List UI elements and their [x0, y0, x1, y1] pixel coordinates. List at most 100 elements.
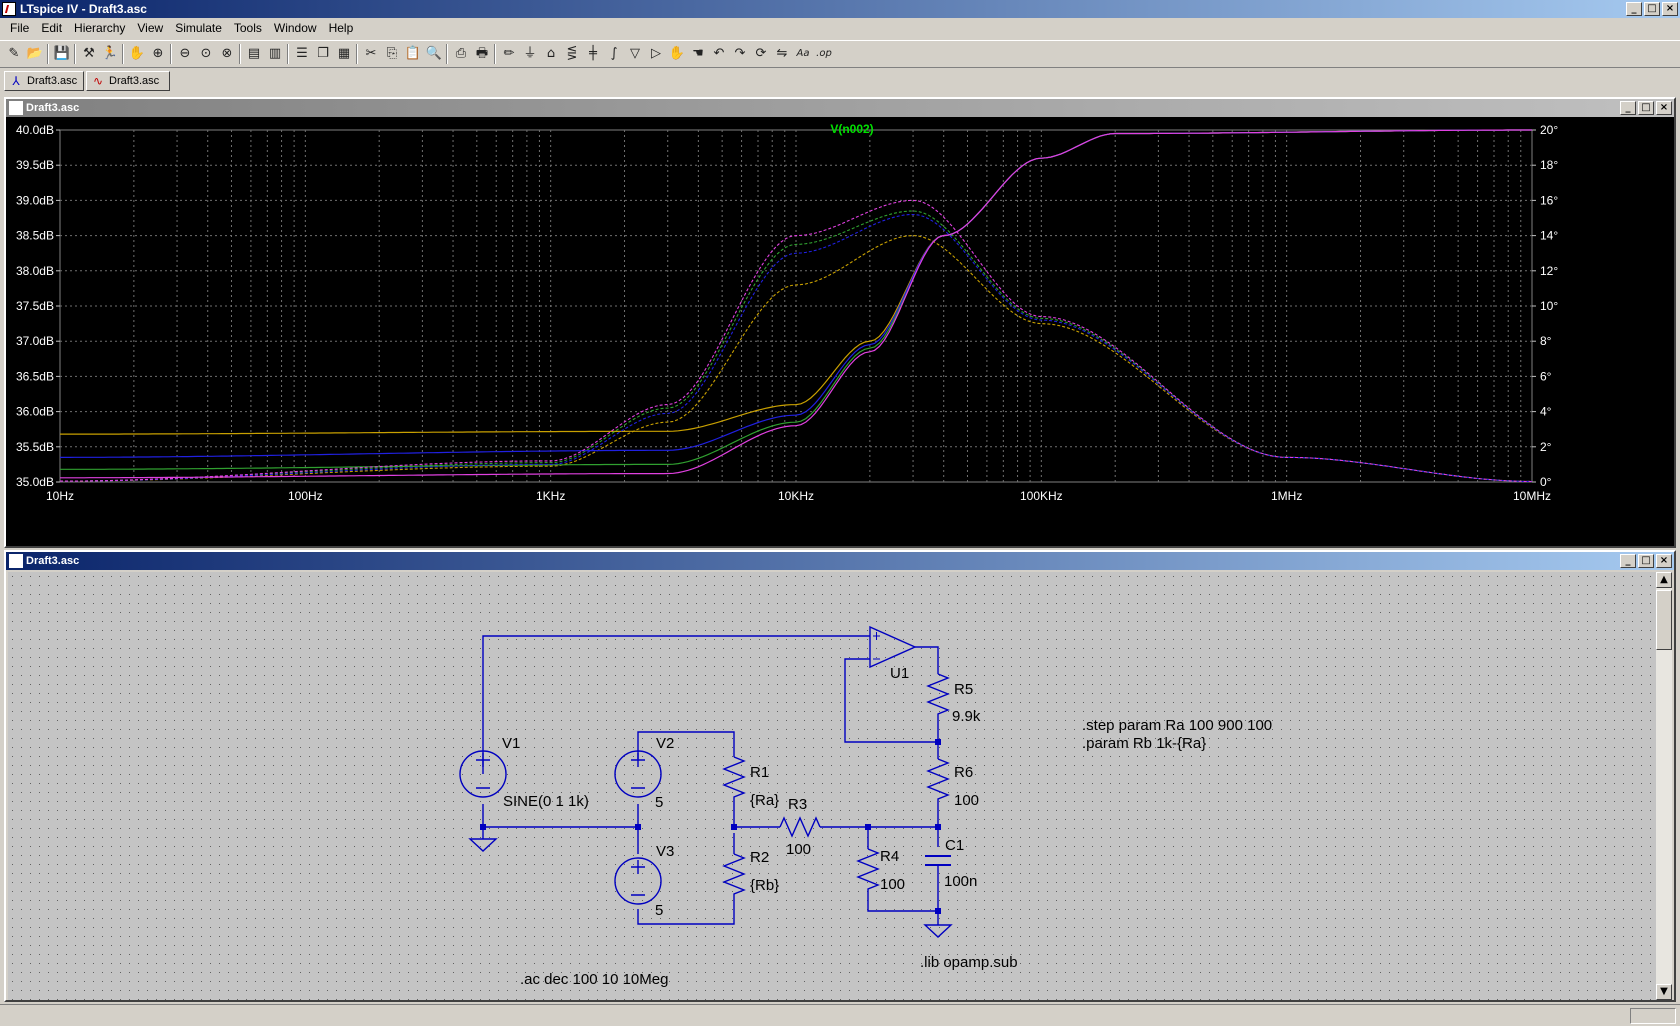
- waveform-icon: ∿: [92, 74, 104, 88]
- zoom-in-icon[interactable]: ⊕: [148, 44, 168, 64]
- tile-horizontal-icon[interactable]: ☰: [292, 44, 312, 64]
- scroll-down-button[interactable]: ▼: [1656, 984, 1672, 1000]
- waveform-window: Draft3.asc _ □ × 35.0dB 35.5dB 36.0dB 36.5d…: [4, 97, 1676, 548]
- r1-label: R1: [750, 764, 769, 781]
- v2-label: V2: [656, 735, 674, 752]
- move-icon[interactable]: ✋: [667, 44, 687, 64]
- rotate-icon[interactable]: ⟳: [751, 44, 771, 64]
- r3-label: R3: [788, 796, 807, 813]
- waveform-icon: [9, 101, 23, 115]
- menu-file[interactable]: File: [4, 21, 35, 35]
- schematic-minimize-button[interactable]: _: [1620, 554, 1636, 568]
- magnitude-trace-4[interactable]: [60, 129, 1532, 479]
- param-directive[interactable]: .param Rb 1k-{Ra}: [1082, 735, 1206, 752]
- undo-icon[interactable]: ↶: [709, 44, 729, 64]
- y2-tick-label: 2°: [1540, 440, 1552, 454]
- cascade-icon[interactable]: ❐: [313, 44, 333, 64]
- ground-icon[interactable]: ⏚: [520, 44, 540, 64]
- zoom-out-icon[interactable]: ⊖: [175, 44, 195, 64]
- zoom-cancel-icon[interactable]: ⊗: [217, 44, 237, 64]
- print-setup-icon[interactable]: ⎙: [451, 44, 471, 64]
- menu-view[interactable]: View: [131, 21, 169, 35]
- redo-icon[interactable]: ↷: [730, 44, 750, 64]
- spice-directive-icon[interactable]: .op: [814, 44, 834, 64]
- y2-tick-label: 4°: [1540, 405, 1552, 419]
- zoom-fit-icon[interactable]: ⊙: [196, 44, 216, 64]
- plot-grid: [56, 129, 1536, 483]
- run-icon[interactable]: 🏃: [100, 44, 120, 64]
- inductor-icon[interactable]: ∫: [604, 44, 624, 64]
- find-icon[interactable]: 🔍: [424, 44, 444, 64]
- y2-tick-label: 12°: [1540, 264, 1558, 278]
- minimize-button[interactable]: _: [1626, 2, 1642, 16]
- trace-title[interactable]: V(n002): [830, 122, 873, 136]
- schematic-canvas[interactable]: V1 SINE(0 1 1k) V2 5 V3 5 R1 {Ra} R2 {Rb…: [8, 572, 1658, 1000]
- scroll-up-button[interactable]: ▲: [1656, 572, 1672, 588]
- menu-tools[interactable]: Tools: [228, 21, 268, 35]
- print-icon[interactable]: 🖶: [472, 44, 492, 64]
- new-schematic-icon[interactable]: ✎: [4, 44, 24, 64]
- component-icon[interactable]: ▷: [646, 44, 666, 64]
- autorange-icon[interactable]: ▤: [244, 44, 264, 64]
- v2-value: 5: [655, 794, 663, 811]
- toolbar-separator: [74, 44, 76, 64]
- v1-label: V1: [502, 735, 520, 752]
- ltspice-app-icon[interactable]: [2, 2, 16, 16]
- copy-icon[interactable]: ⎘: [382, 44, 402, 64]
- pick-visible-traces-icon[interactable]: ▥: [265, 44, 285, 64]
- y2-tick-label: 18°: [1540, 158, 1558, 172]
- window-title: LTspice IV - Draft3.asc: [20, 2, 147, 16]
- control-panel-icon[interactable]: ⚒: [79, 44, 99, 64]
- magnitude-trace-3[interactable]: [60, 129, 1532, 458]
- menu-help[interactable]: Help: [323, 21, 360, 35]
- y2-axis-labels: 0° 2° 4° 6° 8° 10° 12° 14° 16° 18° 20°: [1540, 123, 1558, 489]
- waveform-maximize-button[interactable]: □: [1638, 101, 1654, 115]
- x-axis-labels: 10Hz 100Hz 1KHz 10KHz 100KHz 1MHz 10MHz: [46, 489, 1551, 503]
- label-icon[interactable]: ⌂: [541, 44, 561, 64]
- capacitor-icon[interactable]: ╪: [583, 44, 603, 64]
- vertical-scrollbar[interactable]: ▲ ▼: [1656, 572, 1672, 1000]
- r5-value: 9.9k: [952, 708, 981, 725]
- tab-waveform[interactable]: ∿ Draft3.asc: [86, 71, 170, 91]
- phase-trace-1[interactable]: [60, 235, 1533, 483]
- wire-icon[interactable]: ✏: [499, 44, 519, 64]
- menu-window[interactable]: Window: [268, 21, 323, 35]
- ac-directive[interactable]: .ac dec 100 10 10Meg: [520, 971, 668, 988]
- menu-hierarchy[interactable]: Hierarchy: [68, 21, 131, 35]
- schematic-window-header: Draft3.asc _ □ ×: [6, 552, 1674, 570]
- save-icon[interactable]: 💾: [52, 44, 72, 64]
- y-tick-label: 35.0dB: [16, 475, 54, 489]
- y2-tick-label: 20°: [1540, 123, 1558, 137]
- scroll-thumb[interactable]: [1656, 590, 1672, 650]
- halt-icon[interactable]: ✋: [127, 44, 147, 64]
- waveform-minimize-button[interactable]: _: [1620, 101, 1636, 115]
- y-tick-label: 37.0dB: [16, 334, 54, 348]
- cut-icon[interactable]: ✂: [361, 44, 381, 64]
- tab-schematic[interactable]: ⅄ Draft3.asc: [4, 71, 84, 91]
- maximize-button[interactable]: □: [1644, 2, 1660, 16]
- step-directive[interactable]: .step param Ra 100 900 100: [1082, 717, 1272, 734]
- c1-value: 100n: [944, 873, 977, 890]
- diode-icon[interactable]: ▽: [625, 44, 645, 64]
- text-icon[interactable]: Aa: [793, 44, 813, 64]
- tile-vertical-icon[interactable]: ▦: [334, 44, 354, 64]
- r2-label: R2: [750, 849, 769, 866]
- mirror-icon[interactable]: ⇋: [772, 44, 792, 64]
- v3-value: 5: [655, 902, 663, 919]
- menu-simulate[interactable]: Simulate: [169, 21, 228, 35]
- lib-directive[interactable]: .lib opamp.sub: [920, 954, 1018, 971]
- schematic-maximize-button[interactable]: □: [1638, 554, 1654, 568]
- waveform-close-button[interactable]: ×: [1656, 101, 1672, 115]
- drag-icon[interactable]: ☚: [688, 44, 708, 64]
- resistor-icon[interactable]: ⋚: [562, 44, 582, 64]
- menu-edit[interactable]: Edit: [35, 21, 68, 35]
- waveform-plot[interactable]: 35.0dB 35.5dB 36.0dB 36.5dB 37.0dB 37.5dB 38.0…: [6, 117, 1674, 546]
- toolbar-separator: [122, 44, 124, 64]
- schematic-close-button[interactable]: ×: [1656, 554, 1672, 568]
- r3-value: 100: [786, 841, 811, 858]
- toolbar-separator: [494, 44, 496, 64]
- y2-tick-label: 0°: [1540, 475, 1552, 489]
- open-icon[interactable]: 📂: [25, 44, 45, 64]
- paste-icon[interactable]: 📋: [403, 44, 423, 64]
- close-button[interactable]: ×: [1662, 2, 1678, 16]
